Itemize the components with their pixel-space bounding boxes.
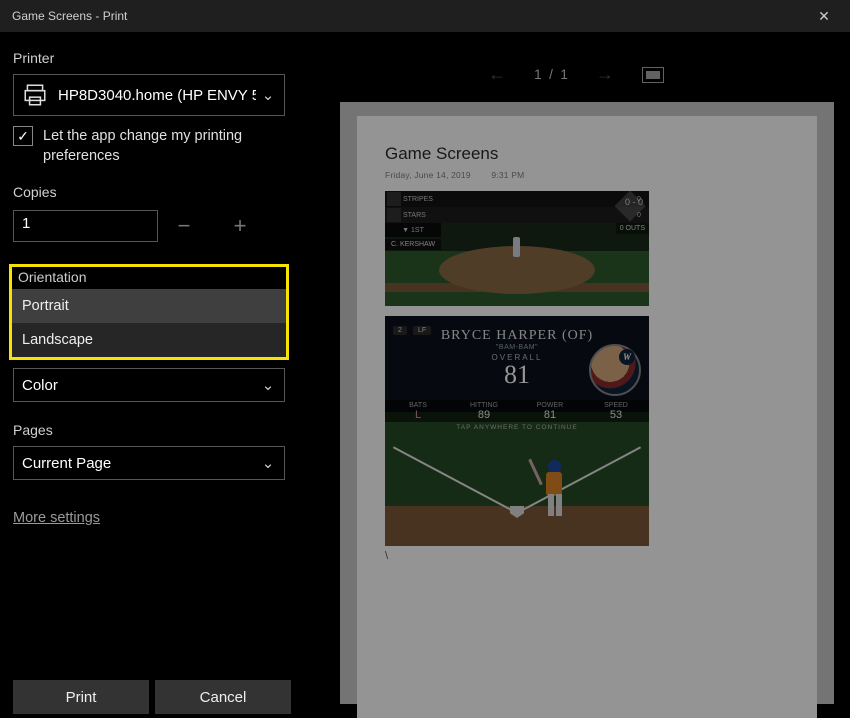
pref-checkbox-label: Let the app change my printing preferenc… [43, 126, 285, 166]
preview-toolbar: ← 1 / 1 → [302, 64, 850, 85]
printer-selected: HP8D3040.home (HP ENVY 5000 series) [58, 87, 256, 104]
copies-input[interactable]: 1 [13, 210, 158, 242]
close-icon[interactable]: ✕ [804, 0, 844, 32]
doc-title: Game Screens [385, 144, 817, 164]
color-selected: Color [22, 377, 256, 394]
cancel-button[interactable]: Cancel [155, 680, 291, 714]
fit-page-icon[interactable] [642, 67, 664, 83]
print-options-panel: Printer HP8D3040.home (HP ENVY 5000 seri… [0, 32, 302, 718]
player-avatar: W [589, 344, 641, 396]
pages-label: Pages [13, 422, 292, 438]
doc-time: 9:31 PM [491, 170, 524, 180]
print-preview-panel: ← 1 / 1 → Game Screens Friday, June 14, … [302, 32, 850, 718]
chevron-down-icon: ⌄ [256, 86, 280, 104]
pages-select[interactable]: Current Page ⌄ [13, 446, 285, 480]
orientation-dropdown-open[interactable]: Orientation Portrait Landscape [9, 264, 289, 360]
copies-label: Copies [13, 184, 292, 200]
screenshot-2: 2 LF BRYCE HARPER (OF) "BAM-BAM" OVERALL… [385, 316, 649, 546]
copies-plus-button[interactable]: + [222, 208, 258, 244]
checkbox-icon[interactable]: ✓ [13, 126, 33, 146]
print-button[interactable]: Print [13, 680, 149, 714]
stray-char: \ [385, 550, 388, 562]
printer-icon [22, 82, 48, 108]
next-page-icon[interactable]: → [596, 64, 614, 85]
title-bar: Game Screens - Print ✕ [0, 0, 850, 32]
prev-page-icon[interactable]: ← [488, 64, 506, 85]
window-title: Game Screens - Print [12, 9, 804, 23]
pref-checkbox-row[interactable]: ✓ Let the app change my printing prefere… [13, 126, 285, 166]
chevron-down-icon: ⌄ [256, 454, 280, 472]
doc-date: Friday, June 14, 2019 [385, 170, 471, 180]
screenshot-1: STRIPES0 STARS0 0 - 0 ▼ 1ST 0 OUTS C. KE… [385, 191, 649, 306]
orientation-option-portrait[interactable]: Portrait [12, 289, 286, 323]
printer-label: Printer [13, 50, 292, 66]
page-counter: 1 / 1 [534, 67, 568, 82]
more-settings-link[interactable]: More settings [13, 510, 292, 526]
orientation-option-landscape[interactable]: Landscape [12, 323, 286, 357]
printer-select[interactable]: HP8D3040.home (HP ENVY 5000 series) ⌄ [13, 74, 285, 116]
orientation-label: Orientation [12, 267, 286, 289]
color-select[interactable]: Color ⌄ [13, 368, 285, 402]
chevron-down-icon: ⌄ [256, 376, 280, 394]
preview-sheet: Game Screens Friday, June 14, 2019 9:31 … [357, 116, 817, 718]
pages-selected: Current Page [22, 455, 256, 472]
preview-page-area[interactable]: Game Screens Friday, June 14, 2019 9:31 … [340, 102, 834, 704]
copies-minus-button[interactable]: − [166, 208, 202, 244]
